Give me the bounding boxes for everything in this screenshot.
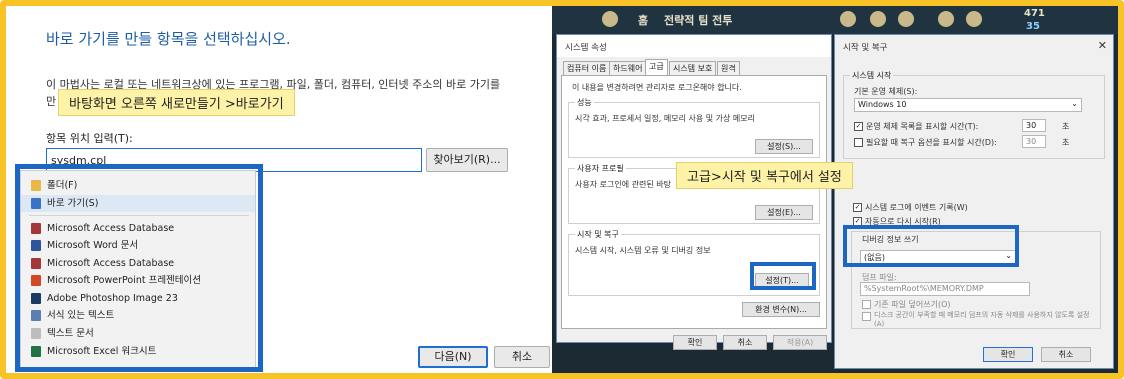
seconds-label: 초 xyxy=(1062,138,1070,147)
admin-note: 이 내용을 변경하려면 관리자로 로그온해야 합니다. xyxy=(572,83,742,92)
home-label: 홈 xyxy=(638,14,649,27)
ok-button[interactable]: 확인 xyxy=(673,335,717,350)
show-recovery-seconds[interactable]: 30 xyxy=(1022,135,1046,148)
default-os-label: 기본 운영 체제(S): xyxy=(854,87,918,96)
tab-computer-name[interactable]: 컴퓨터 이름 xyxy=(563,61,611,75)
currency-be: 35 xyxy=(1026,21,1040,32)
tab-hardware[interactable]: 하드웨어 xyxy=(609,61,647,75)
log-event-checkbox[interactable]: ✓ xyxy=(853,203,862,212)
tab-remote[interactable]: 원격 xyxy=(717,61,740,75)
performance-settings-button[interactable]: 설정(S)... xyxy=(755,139,813,154)
show-os-list-checkbox[interactable]: ✓ xyxy=(854,122,863,131)
dump-file-input[interactable]: %SystemRoot%\MEMORY.DMP xyxy=(860,282,1030,296)
default-os-select[interactable]: Windows 10 ⌄ xyxy=(854,98,1082,112)
performance-group: 성능 시각 효과, 프로세서 일정, 메모리 사용 및 가상 메모리 설정(S)… xyxy=(568,97,820,158)
info-icon xyxy=(602,11,618,27)
currency-rp: 471 xyxy=(1024,8,1045,19)
loot-icon xyxy=(938,11,954,27)
location-label: 항목 위치 입력(T): xyxy=(46,132,133,145)
settings-highlight-box xyxy=(750,262,816,290)
cancel-button[interactable]: 취소 xyxy=(1041,347,1091,362)
environment-variables-button[interactable]: 환경 변수(N)... xyxy=(742,302,820,317)
next-button[interactable]: 다음(N) xyxy=(418,346,488,368)
tab-advanced[interactable]: 고급 xyxy=(645,59,668,75)
overwrite-label: 기존 파일 덮어쓰기(O) xyxy=(874,300,951,309)
advanced-tab-page: 이 내용을 변경하려면 관리자로 로그온해야 합니다. 성능 시각 효과, 프로… xyxy=(561,75,827,329)
chevron-down-icon: ⌄ xyxy=(1071,99,1078,108)
system-startup-title: 시스템 시작 xyxy=(850,70,894,81)
cancel-button[interactable]: 취소 xyxy=(494,346,550,368)
show-recovery-label: 필요할 때 복구 옵션을 표시할 시간(D): xyxy=(866,138,997,147)
ok-button[interactable]: 확인 xyxy=(983,347,1033,362)
startup-recovery-title: 시작 및 복구 xyxy=(575,229,621,240)
profile-icon xyxy=(870,11,886,27)
show-os-list-label: 운영 체제 목록을 표시할 시간(T): xyxy=(866,122,979,131)
wizard-title: 바로 가기를 만들 항목을 선택하십시오. xyxy=(46,30,291,48)
startup-recovery-desc: 시스템 시작, 시스템 오류 및 디버깅 정보 xyxy=(575,246,711,255)
menu-highlight-box xyxy=(15,164,263,372)
log-event-label: 시스템 로그에 이벤트 기록(W) xyxy=(865,203,968,212)
performance-desc: 시각 효과, 프로세서 일정, 메모리 사용 및 가상 메모리 xyxy=(575,114,755,123)
debug-highlight-box xyxy=(843,225,1019,267)
trophy-icon xyxy=(840,11,856,27)
disable-auto-delete-checkbox[interactable] xyxy=(862,312,871,321)
cancel-button[interactable]: 취소 xyxy=(723,335,767,350)
user-profile-settings-button[interactable]: 설정(E)... xyxy=(755,205,813,220)
seconds-label: 초 xyxy=(1062,122,1070,131)
overwrite-checkbox[interactable] xyxy=(862,300,871,309)
collection-icon xyxy=(898,11,914,27)
close-icon[interactable]: ✕ xyxy=(1098,39,1107,52)
system-properties-title: 시스템 속성 xyxy=(557,35,831,57)
apply-button[interactable]: 적용(A) xyxy=(773,335,827,350)
user-profile-desc: 사용자 로그인에 관련된 바탕 xyxy=(575,180,671,189)
tab-system-protection[interactable]: 시스템 보호 xyxy=(669,61,717,75)
tft-label: 전략적 팀 전투 xyxy=(664,14,733,27)
user-profile-title: 사용자 프로필 xyxy=(575,163,626,174)
startup-recovery-dialog: 시작 및 복구 ✕ 시스템 시작 기본 운영 체제(S): Windows 10… xyxy=(834,34,1114,369)
shortcut-wizard: 바로 가기를 만들 항목을 선택하십시오. 이 마법사는 로컬 또는 네트워크상… xyxy=(6,6,552,373)
startup-recovery-dialog-title: 시작 및 복구 xyxy=(835,35,1113,57)
callout-new-shortcut: 바탕화면 오른쪽 새로만들기 >바로가기 xyxy=(58,89,295,116)
system-startup-group: 시스템 시작 기본 운영 체제(S): Windows 10 ⌄ ✓ 운영 체제 … xyxy=(843,70,1105,159)
wizard-description-line2: 만 xyxy=(46,95,57,108)
system-settings-screenshot: 홈 전략적 팀 전투 471 35 시스템 속성 컴퓨터 이름 하드웨어 고급 … xyxy=(552,6,1118,373)
show-os-list-seconds[interactable]: 30 xyxy=(1022,119,1046,132)
performance-title: 성능 xyxy=(575,97,594,108)
browse-button[interactable]: 찾아보기(R)... xyxy=(426,148,508,172)
store-icon xyxy=(966,11,982,27)
game-client-bar: 홈 전략적 팀 전투 471 35 xyxy=(552,6,1118,34)
disable-auto-delete-label: 디스크 공간이 부족할 때 메모리 덤프의 자동 삭제를 사용하지 않도록 설정… xyxy=(874,311,1090,328)
callout-advanced-startup: 고급>시작 및 복구에서 설정 xyxy=(676,162,853,189)
show-recovery-checkbox[interactable] xyxy=(854,138,863,147)
